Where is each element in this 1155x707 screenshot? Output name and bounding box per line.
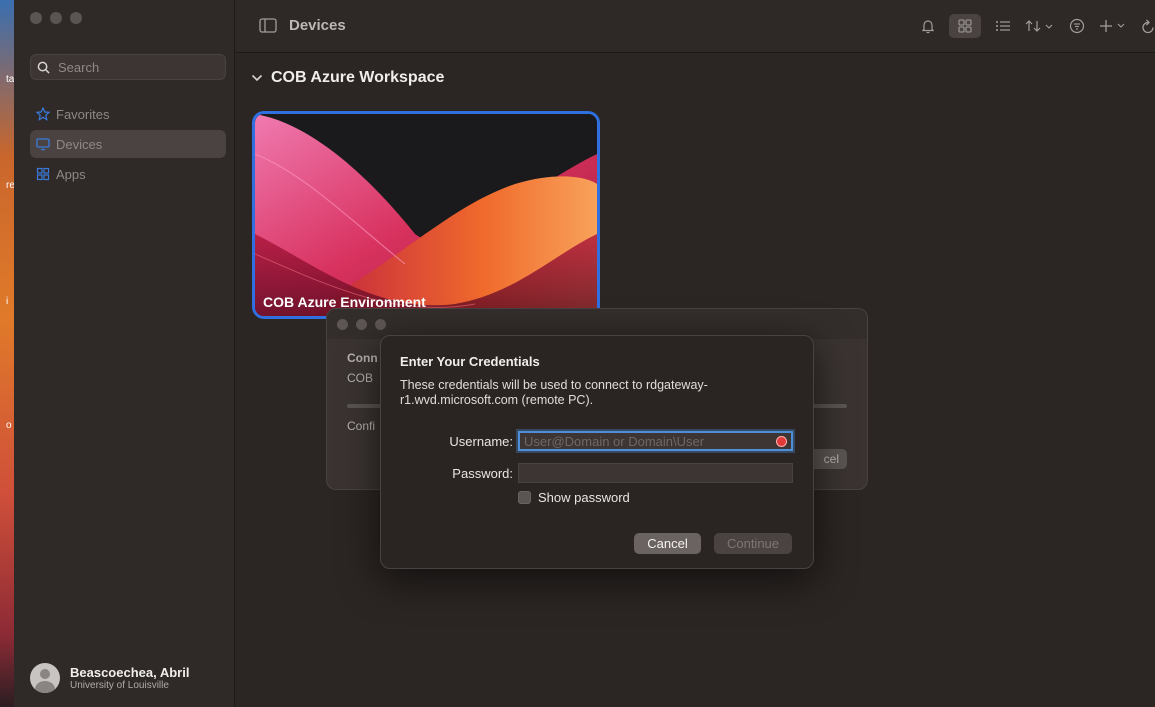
dialog-title: Enter Your Credentials <box>400 354 540 369</box>
connection-status: Confi <box>347 419 376 433</box>
grid-view-icon[interactable] <box>949 14 981 38</box>
error-icon <box>776 436 787 447</box>
toolbar-actions <box>921 14 1155 38</box>
sidebar-item-label: Apps <box>56 166 86 182</box>
page-title: Devices <box>289 17 346 34</box>
sidebar-toggle-icon[interactable] <box>259 18 277 33</box>
profile-organization: University of Louisville <box>70 680 169 691</box>
sidebar-item-label: Devices <box>56 136 103 152</box>
refresh-icon[interactable] <box>1141 14 1155 38</box>
list-view-icon[interactable] <box>995 14 1011 38</box>
show-password-toggle[interactable]: Show password <box>518 490 630 505</box>
desktop-background: ta re i o <box>0 0 15 707</box>
search-icon <box>37 61 50 74</box>
desktop-fragment: o <box>6 420 12 431</box>
filter-icon[interactable] <box>1069 14 1085 38</box>
monitor-icon <box>36 138 50 151</box>
continue-button[interactable]: Continue <box>714 533 792 554</box>
dialog-description: These credentials will be used to connec… <box>400 378 708 407</box>
username-field[interactable] <box>518 431 793 451</box>
wallpaper-thumbnail <box>255 114 597 316</box>
username-label: Username: <box>449 434 513 449</box>
window-controls <box>30 12 82 24</box>
show-password-label: Show password <box>538 490 630 505</box>
sidebar-item-label: Favorites <box>56 106 110 122</box>
sidebar-nav: Favorites Devices Apps <box>30 100 226 190</box>
bell-icon[interactable] <box>921 14 935 38</box>
workspace-group-header[interactable]: COB Azure Workspace <box>251 69 444 87</box>
sidebar-item-apps[interactable]: Apps <box>30 160 226 188</box>
desktop-fragment: i <box>6 296 9 307</box>
avatar <box>30 663 60 693</box>
add-icon[interactable] <box>1099 14 1127 38</box>
connection-heading: Conn <box>347 351 378 365</box>
profile-name: Beascoechea, Abril <box>70 665 190 680</box>
device-tile[interactable]: COB Azure Environment <box>252 111 600 319</box>
user-profile[interactable]: Beascoechea, Abril University of Louisvi… <box>30 663 189 693</box>
close-window-button[interactable] <box>30 12 42 24</box>
dialog-close-button[interactable] <box>337 319 348 330</box>
apps-grid-icon <box>36 167 50 181</box>
cancel-button[interactable]: Cancel <box>634 533 701 554</box>
sidebar-item-devices[interactable]: Devices <box>30 130 226 158</box>
star-icon <box>36 107 50 121</box>
chevron-down-icon <box>251 74 263 82</box>
dialog-zoom-button[interactable] <box>375 319 386 330</box>
credentials-dialog: Enter Your Credentials These credentials… <box>380 335 814 569</box>
sidebar: Favorites Devices Apps <box>14 0 235 707</box>
password-label: Password: <box>452 466 513 481</box>
dialog-minimize-button[interactable] <box>356 319 367 330</box>
minimize-window-button[interactable] <box>50 12 62 24</box>
zoom-window-button[interactable] <box>70 12 82 24</box>
connection-target: COB <box>347 371 374 385</box>
show-password-checkbox[interactable] <box>518 491 531 504</box>
sidebar-item-favorites[interactable]: Favorites <box>30 100 226 128</box>
search-box <box>30 54 226 80</box>
dialog-window-controls <box>337 319 386 330</box>
password-field[interactable] <box>518 463 793 483</box>
sort-icon[interactable] <box>1025 14 1055 38</box>
workspace-title: COB Azure Workspace <box>271 69 445 86</box>
search-input[interactable] <box>56 58 220 76</box>
toolbar: Devices <box>235 0 1155 53</box>
